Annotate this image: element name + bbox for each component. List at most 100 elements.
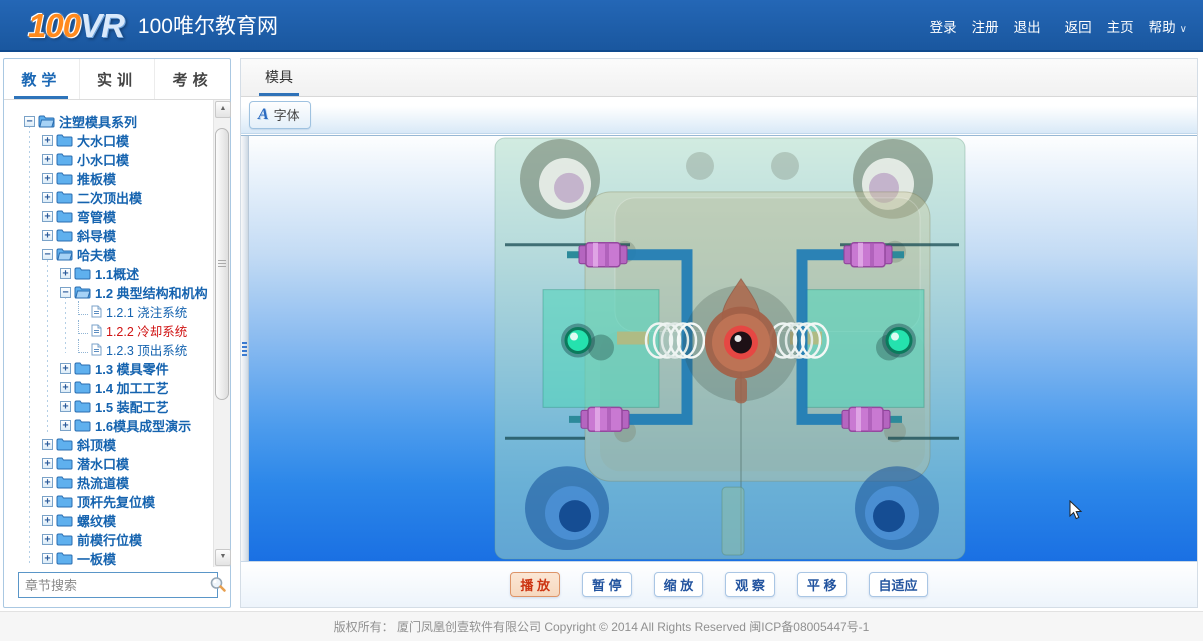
observe-button[interactable]: 观 察 [725,572,775,597]
register-link[interactable]: 注册 [972,16,999,36]
pause-button[interactable]: 暂 停 [582,572,632,597]
tree-node[interactable]: − 哈夫模 [4,245,212,264]
back-link[interactable]: 返回 [1065,16,1092,36]
expand-icon[interactable]: + [60,363,71,374]
expand-icon[interactable]: + [42,458,53,469]
tree-node[interactable]: + 顶杆先复位模 [4,492,212,511]
tree-node[interactable]: +一板模 [4,549,212,567]
tree-node[interactable]: − 1.2 典型结构和机构 [4,283,212,302]
expand-icon[interactable]: + [42,192,53,203]
guide-bushing-bottom-left [525,466,609,550]
play-button[interactable]: 播 放 [510,572,560,597]
tree-node-label: 1.2.2 冷却系统 [106,321,187,340]
tree-scrollbar[interactable]: ▲ ▼ [213,100,230,567]
tree-node[interactable]: +斜顶模 [4,435,212,454]
tree-node[interactable]: +1.4 加工工艺 [4,378,212,397]
pan-button[interactable]: 平 移 [797,572,847,597]
expand-icon[interactable]: + [42,534,53,545]
tree-node-label: 顶杆先复位模 [77,492,155,511]
scroll-down-arrow-icon[interactable]: ▼ [215,549,231,566]
tree-node-label: 哈夫模 [77,245,116,264]
panel-splitter[interactable] [241,136,249,561]
search-input[interactable] [19,578,207,593]
folder-icon [74,400,91,413]
tab-teaching[interactable]: 教学 [4,59,79,99]
tab-teaching-label: 教学 [21,69,61,90]
font-button[interactable]: A 字体 [249,101,311,129]
expand-icon[interactable]: + [60,268,71,279]
tree-node[interactable]: + 弯管模 [4,207,212,226]
folder-open-icon [56,248,73,261]
expand-icon[interactable]: + [60,382,71,393]
login-link-label: 登录 [930,20,957,35]
tree-node[interactable]: +斜导模 [4,226,212,245]
tree-node-label: 大水口模 [77,131,129,150]
folder-icon [74,381,91,394]
collapse-icon[interactable]: − [60,287,71,298]
folder-icon [56,552,73,565]
font-a-icon: A [258,108,269,122]
site-logo[interactable]: 100VR [28,9,124,42]
folder-open-icon [74,286,91,299]
help-link-label: 帮助 [1149,20,1176,35]
tree-node[interactable]: +前模行位模 [4,530,212,549]
auto-fit-button[interactable]: 自适应 [869,572,928,597]
collapse-icon[interactable]: − [24,116,35,127]
zoom-button[interactable]: 缩 放 [654,572,704,597]
tree-node[interactable]: +小水口模 [4,150,212,169]
tree-node[interactable]: 1.2.2 冷却系统 [4,321,212,340]
expand-icon[interactable]: + [42,154,53,165]
expand-icon[interactable]: + [42,496,53,507]
expand-icon[interactable]: + [42,173,53,184]
logout-link[interactable]: 退出 [1014,16,1041,36]
tree-node[interactable]: +1.1概述 [4,264,212,283]
expand-icon[interactable]: + [42,439,53,450]
expand-icon[interactable]: + [42,553,53,564]
expand-icon[interactable]: + [60,401,71,412]
tree-node-label: 1.2 典型结构和机构 [95,283,208,302]
sidebar-tabs: 教学实训考核 [4,59,230,100]
mold-3d-model [249,136,1190,561]
search-icon[interactable] [207,575,229,595]
folder-icon [56,153,73,166]
home-link-label: 主页 [1107,20,1134,35]
tab-assessment[interactable]: 考核 [154,59,230,99]
tree-node[interactable]: +二次顶出模 [4,188,212,207]
login-link[interactable]: 登录 [930,16,957,36]
expand-icon[interactable]: + [42,230,53,241]
tree-node[interactable]: +1.5 装配工艺 [4,397,212,416]
tab-training[interactable]: 实训 [79,59,155,99]
expand-icon[interactable]: + [60,420,71,431]
tree-node[interactable]: −注塑模具系列 [4,112,212,131]
tree-node[interactable]: +1.3 模具零件 [4,359,212,378]
tree-node-label: 弯管模 [77,207,116,226]
viewer-canvas[interactable] [241,135,1197,562]
tree-connector [78,339,88,353]
back-link-label: 返回 [1065,20,1092,35]
hose-fitting-top-right [844,243,892,267]
folder-icon [56,495,73,508]
tab-mold[interactable]: 模具 [259,59,299,96]
tree-node[interactable]: +推板模 [4,169,212,188]
tree-node[interactable]: + 大水口模 [4,131,212,150]
home-link[interactable]: 主页 [1107,16,1134,36]
folder-icon [56,514,73,527]
guide-bushing-bottom-right [855,466,939,550]
help-link[interactable]: 帮助∨ [1149,16,1187,36]
expand-icon[interactable]: + [42,211,53,222]
tree-node[interactable]: +潜水口模 [4,454,212,473]
collapse-icon[interactable]: − [42,249,53,260]
tree-node[interactable]: 1.2.1 浇注系统 [4,302,212,321]
page-footer: 版权所有： 厦门凤凰创壹软件有限公司 Copyright © 2014 All … [0,611,1203,641]
chapter-search-box [18,572,218,598]
expand-icon[interactable]: + [42,515,53,526]
green-pin-right [882,324,916,358]
tree-node[interactable]: +热流道模 [4,473,212,492]
tree-node[interactable]: +1.6模具成型演示 [4,416,212,435]
scroll-up-arrow-icon[interactable]: ▲ [215,101,231,118]
expand-icon[interactable]: + [42,477,53,488]
tree-node[interactable]: 1.2.3 顶出系统 [4,340,212,359]
scrollbar-thumb[interactable] [215,128,229,400]
tree-node[interactable]: +螺纹模 [4,511,212,530]
expand-icon[interactable]: + [42,135,53,146]
